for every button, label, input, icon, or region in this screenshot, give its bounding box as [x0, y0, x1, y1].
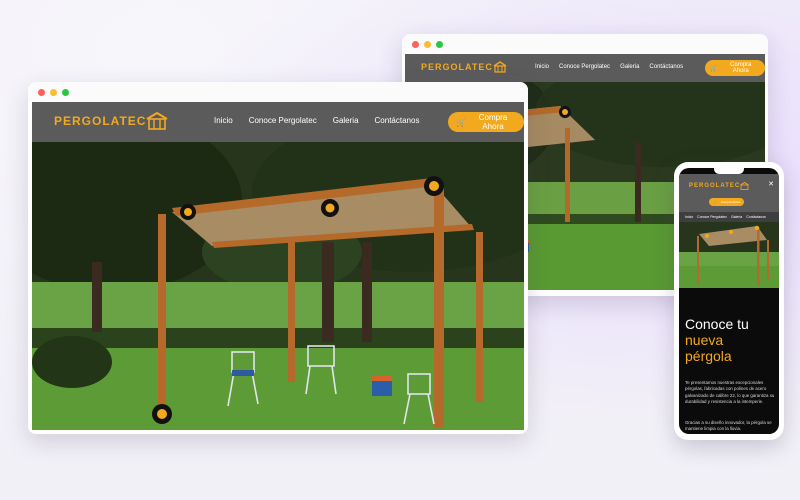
cart-icon: 🛒 — [456, 117, 466, 127]
pergola-logo-icon — [493, 61, 507, 73]
nav-galeria[interactable]: Galeria — [333, 116, 359, 125]
design-paragraph: Gracias a su diseño innovador, la pérgol… — [685, 420, 772, 432]
headline-line-2: nueva — [685, 332, 724, 348]
intro-paragraph: Te presentamos nuestras excepcionales pé… — [685, 380, 775, 405]
cart-icon: 🛒 — [713, 200, 717, 204]
brand-logo[interactable]: PERGOLATEC — [54, 112, 168, 130]
brand-name: PERGOLATEC — [421, 62, 493, 72]
brand-name: PERGOLATEC — [54, 114, 147, 128]
nav-inicio[interactable]: Inicio — [685, 215, 693, 219]
nav-inicio[interactable]: Inicio — [535, 64, 549, 70]
minimize-dot[interactable] — [424, 41, 431, 48]
buy-now-label: Compra Ahora — [720, 200, 741, 204]
buy-now-button[interactable]: 🛒 Compra Ahora — [705, 60, 765, 76]
mobile-headline: Conoce tu nueva pérgola — [685, 316, 749, 364]
headline-line-3: pérgola — [685, 348, 732, 364]
main-browser-window: PERGOLATEC Inicio Conoce Pergolatec Gale… — [28, 82, 528, 434]
minimize-dot[interactable] — [50, 89, 57, 96]
pergola-logo-icon — [146, 112, 168, 130]
maximize-dot[interactable] — [62, 89, 69, 96]
main-nav: Inicio Conoce Pergolatec Galeria Contáct… — [535, 64, 683, 70]
headline-line-1: Conoce tu — [685, 316, 749, 332]
mobile-hero-image — [679, 222, 779, 288]
cart-icon: 🛒 — [710, 65, 718, 72]
window-controls — [412, 41, 443, 48]
nav-conoce-pergolatec[interactable]: Conoce Pergolatec — [697, 215, 727, 219]
maximize-dot[interactable] — [436, 41, 443, 48]
nav-galeria[interactable]: Galeria — [620, 64, 639, 70]
nav-conoce-pergolatec[interactable]: Conoce Pergolatec — [559, 64, 610, 70]
mobile-header: PERGOLATEC ✕ 🛒 Compra Ahora — [679, 174, 779, 212]
site-header: PERGOLATEC Inicio Conoce Pergolatec Gale… — [405, 54, 765, 82]
close-menu-icon[interactable]: ✕ — [768, 180, 774, 188]
main-nav: Inicio Conoce Pergolatec Galeria Contáct… — [214, 116, 419, 125]
buy-now-label: Compra Ahora — [730, 62, 752, 74]
pergola-logo-icon — [740, 182, 749, 190]
nav-contactanos[interactable]: Contáctanos — [649, 64, 683, 70]
close-dot[interactable] — [412, 41, 419, 48]
nav-contactanos[interactable]: Contáctanos — [746, 215, 766, 219]
hero-image — [32, 142, 524, 430]
buy-now-button[interactable]: 🛒 Compra Ahora — [709, 198, 745, 206]
window-titlebar — [28, 82, 528, 102]
window-titlebar — [402, 34, 768, 54]
buy-now-label: Compra Ahora — [478, 113, 508, 131]
mobile-device: PERGOLATEC ✕ 🛒 Compra Ahora Inicio Conoc… — [674, 162, 784, 440]
brand-logo[interactable]: PERGOLATEC — [689, 182, 749, 190]
nav-galeria[interactable]: Galeria — [731, 215, 742, 219]
nav-conoce-pergolatec[interactable]: Conoce Pergolatec — [249, 116, 317, 125]
nav-contactanos[interactable]: Contáctanos — [375, 116, 420, 125]
window-controls — [38, 89, 69, 96]
buy-now-button[interactable]: 🛒 Compra Ahora — [448, 112, 524, 132]
site-header: PERGOLATEC Inicio Conoce Pergolatec Gale… — [32, 102, 524, 142]
brand-logo[interactable]: PERGOLATEC — [421, 61, 507, 73]
mobile-nav: Inicio Conoce Pergolatec Galeria Contáct… — [679, 212, 779, 222]
mobile-screen: PERGOLATEC ✕ 🛒 Compra Ahora Inicio Conoc… — [679, 168, 779, 434]
nav-inicio[interactable]: Inicio — [214, 116, 233, 125]
close-dot[interactable] — [38, 89, 45, 96]
brand-name: PERGOLATEC — [689, 183, 741, 189]
